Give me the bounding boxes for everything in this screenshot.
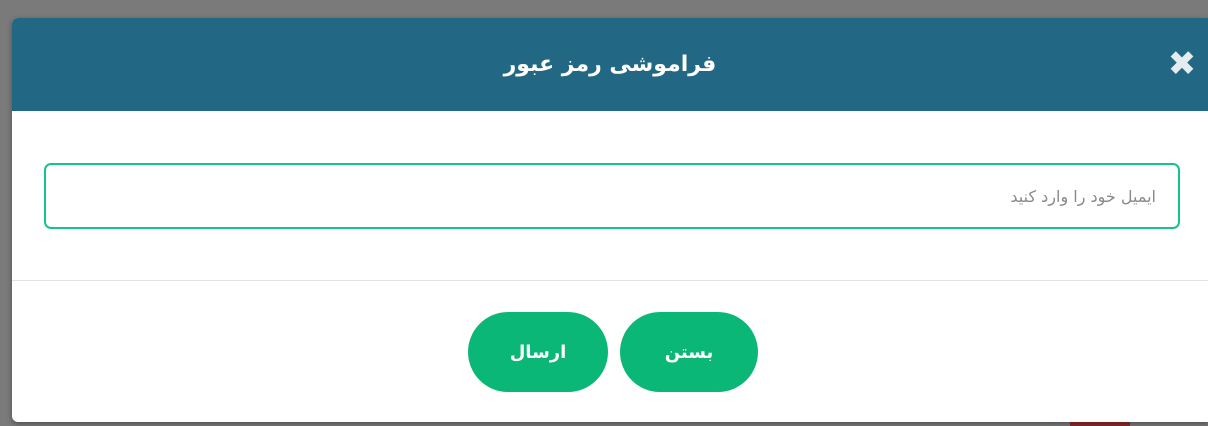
- close-icon[interactable]: ✖: [1166, 47, 1198, 81]
- dialog-footer: ارسال بستن: [12, 281, 1208, 422]
- forgot-password-dialog: فراموشی رمز عبور ✖ ارسال بستن: [12, 18, 1208, 422]
- dialog-title: فراموشی رمز عبور: [503, 52, 717, 77]
- email-input[interactable]: [44, 163, 1180, 229]
- send-button[interactable]: ارسال: [468, 312, 608, 392]
- dialog-header: فراموشی رمز عبور ✖: [12, 18, 1208, 111]
- dialog-body: [12, 111, 1208, 281]
- close-button[interactable]: بستن: [620, 312, 758, 392]
